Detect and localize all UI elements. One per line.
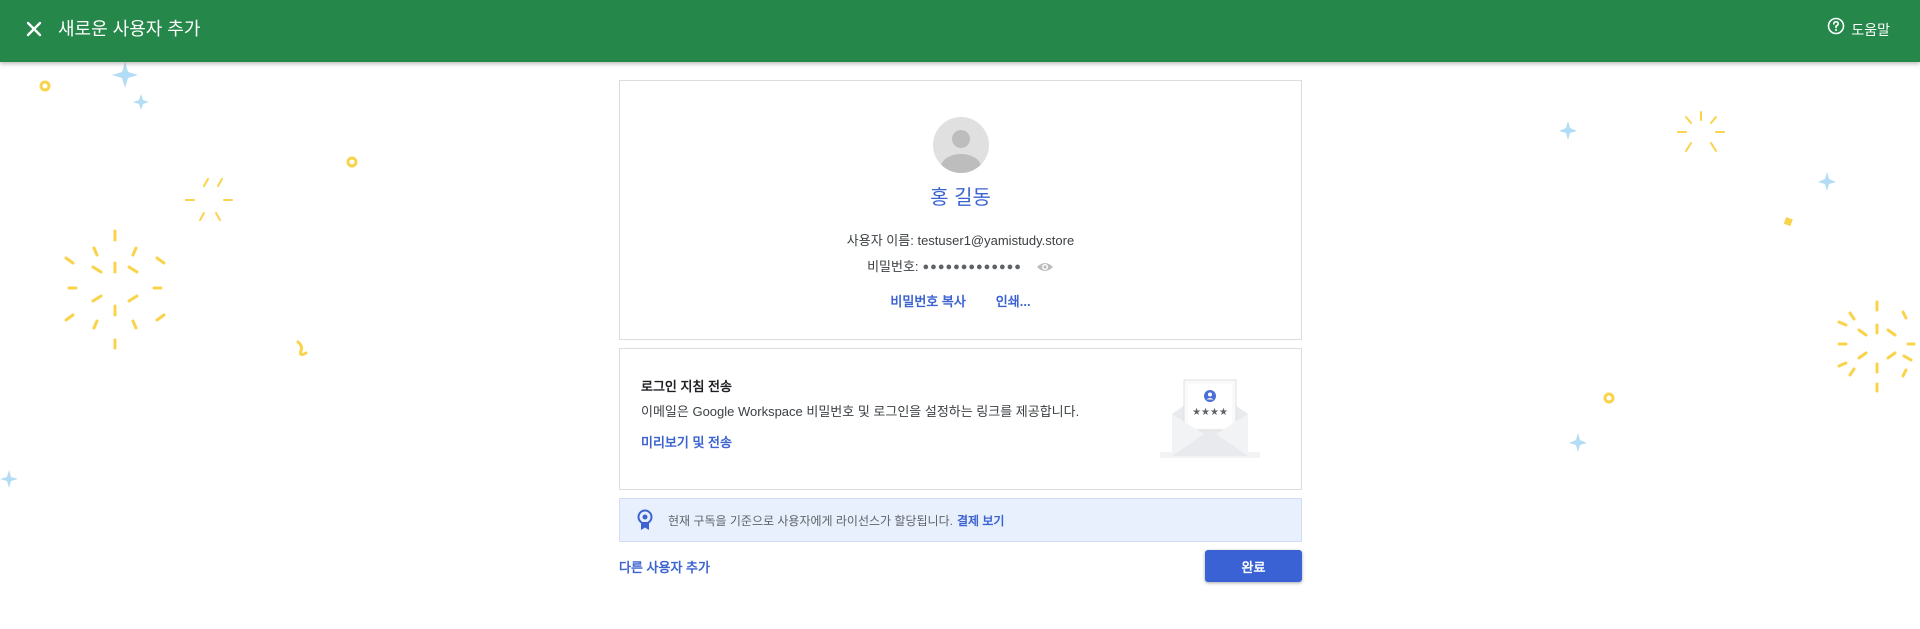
email-envelope-illustration: ★★★★ <box>1160 379 1260 458</box>
username-value: testuser1@yamistudy.store <box>917 233 1075 248</box>
done-button[interactable]: 완료 <box>1205 550 1302 582</box>
help-label: 도움말 <box>1851 21 1890 38</box>
help-button[interactable]: 도움말 <box>1827 17 1890 42</box>
help-circle-icon <box>1827 17 1845 42</box>
close-icon <box>26 21 42 42</box>
print-link[interactable]: 인쇄... <box>996 293 1031 311</box>
credential-actions: 비밀번호 복사 인쇄... <box>620 293 1301 311</box>
username-label: 사용자 이름: <box>846 233 914 248</box>
user-display-name: 홍 길동 <box>930 187 991 209</box>
copy-password-link[interactable]: 비밀번호 복사 <box>890 293 965 311</box>
view-billing-link[interactable]: 결제 보기 <box>957 512 1005 529</box>
login-instructions-card: 로그인 지침 전송 이메일은 Google Workspace 비밀번호 및 로… <box>619 348 1302 490</box>
envelope-stars: ★★★★ <box>1192 407 1228 418</box>
password-masked-value: ●●●●●●●●●●●●● <box>922 261 1022 273</box>
user-summary-card: 홍 길동 사용자 이름: testuser1@yamistudy.store 비… <box>619 80 1302 340</box>
password-row: 비밀번호: ●●●●●●●●●●●●● <box>620 258 1301 276</box>
license-info-text: 현재 구독을 기준으로 사용자에게 라이선스가 할당됩니다. <box>668 513 953 528</box>
password-label: 비밀번호: <box>867 259 919 274</box>
eye-icon <box>1036 263 1053 271</box>
login-instructions-description: 이메일은 Google Workspace 비밀번호 및 로그인을 설정하는 링… <box>641 404 1080 419</box>
add-another-user-link[interactable]: 다른 사용자 추가 <box>619 557 710 576</box>
login-instructions-title: 로그인 지침 전송 <box>641 379 732 394</box>
username-row: 사용자 이름: testuser1@yamistudy.store <box>620 232 1301 250</box>
preview-and-send-link[interactable]: 미리보기 및 전송 <box>641 434 732 452</box>
license-badge-icon <box>636 509 654 531</box>
show-password-button[interactable] <box>1036 261 1054 273</box>
page-title: 새로운 사용자 추가 <box>58 19 201 39</box>
license-info-banner: 현재 구독을 기준으로 사용자에게 라이선스가 할당됩니다. 결제 보기 <box>619 498 1302 542</box>
top-app-bar: 새로운 사용자 추가 도움말 <box>0 0 1920 62</box>
person-icon <box>941 130 981 173</box>
avatar <box>933 117 989 173</box>
close-button[interactable] <box>16 13 52 49</box>
